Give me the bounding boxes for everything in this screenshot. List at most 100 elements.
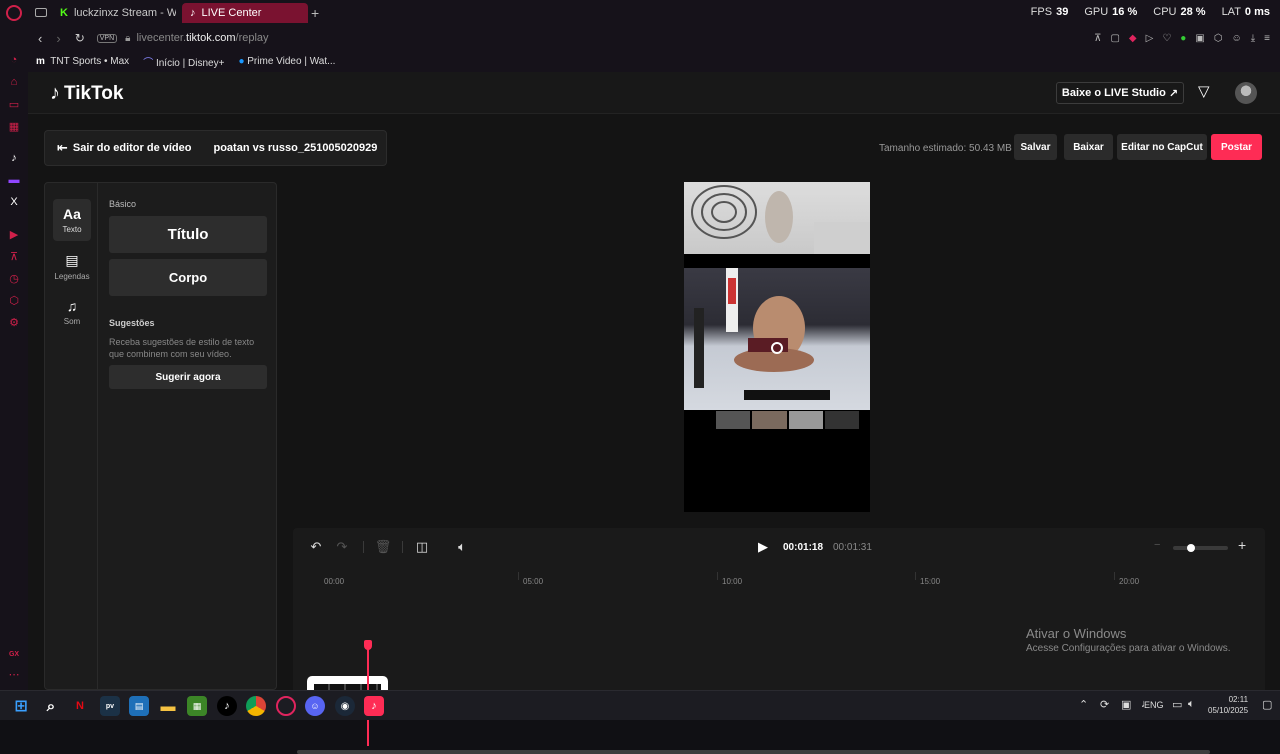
preview-fight-art bbox=[694, 268, 830, 400]
sync-icon[interactable]: ⟳ bbox=[1100, 698, 1109, 711]
bookmark-disney-plus[interactable]: ⌒ Início | Disney+ bbox=[143, 54, 224, 69]
delete-icon[interactable]: 🗑︎ bbox=[374, 538, 392, 556]
tab-live-center[interactable]: ♪ LIVE Center bbox=[182, 3, 308, 23]
tiktok-app-icon[interactable]: ♪ bbox=[217, 696, 237, 716]
tiktok-logo[interactable]: ♪ TikTok bbox=[50, 82, 123, 105]
network-icon[interactable]: ▭ bbox=[1172, 698, 1182, 711]
zoom-slider-handle[interactable] bbox=[1187, 544, 1196, 552]
volume-icon[interactable]: 🔈︎ bbox=[453, 538, 471, 556]
clock[interactable]: 02:11 05/10/2025 bbox=[1208, 694, 1248, 716]
url-field[interactable]: livecenter.tiktok.com/replay bbox=[136, 32, 268, 44]
tab-overview-icon[interactable] bbox=[35, 8, 47, 17]
post-button[interactable]: Postar bbox=[1211, 134, 1262, 160]
ruler-label: 05:00 bbox=[523, 577, 544, 586]
tool-text[interactable]: Aa Texto bbox=[53, 199, 91, 241]
pinboard-icon[interactable]: ⊼ bbox=[6, 248, 22, 264]
pin-icon[interactable]: ⊼ bbox=[1094, 33, 1101, 44]
edit-capcut-button[interactable]: Editar no CapCut bbox=[1117, 134, 1207, 160]
back-icon[interactable]: ‹ bbox=[38, 31, 42, 46]
play-icon[interactable]: ▷ bbox=[1146, 33, 1154, 44]
preview-thumbnails bbox=[716, 411, 859, 429]
menu-icon[interactable]: ≡ bbox=[1264, 33, 1270, 44]
discord-icon[interactable]: ☺ bbox=[305, 696, 325, 716]
suggest-now-button[interactable]: Sugerir agora bbox=[109, 365, 267, 389]
settings-icon[interactable]: ⚙ bbox=[6, 314, 22, 330]
news-icon[interactable]: ▦ bbox=[6, 118, 22, 134]
tiktok-sidebar-icon[interactable]: ♪ bbox=[6, 150, 22, 166]
app-header: ♪ TikTok Baixe o LIVE Studio ↗ ▽ bbox=[28, 72, 1280, 114]
chrome-icon[interactable] bbox=[246, 696, 266, 716]
timeline-scrollbar[interactable] bbox=[297, 750, 1210, 754]
language-indicator[interactable]: ENG bbox=[1144, 700, 1164, 710]
twitch-icon[interactable]: ▬ bbox=[6, 172, 22, 188]
tab-luckzinxz-stream[interactable]: K luckzinxz Stream - Watch bbox=[52, 3, 176, 23]
file-explorer-icon[interactable]: ▬ bbox=[158, 696, 178, 716]
notifications-icon[interactable]: ▢ bbox=[1262, 698, 1272, 711]
download-live-studio-button[interactable]: Baixe o LIVE Studio ↗ bbox=[1056, 82, 1184, 104]
tray-overflow-icon[interactable]: ⌃ bbox=[1079, 698, 1088, 711]
filter-icon[interactable]: ▽ bbox=[1198, 82, 1210, 100]
vpn-badge[interactable]: VPN bbox=[96, 33, 118, 43]
undo-icon[interactable]: ↶ bbox=[307, 538, 325, 556]
zoom-in-icon[interactable]: + bbox=[1238, 537, 1246, 553]
new-tab-button[interactable]: + bbox=[311, 5, 319, 21]
profile-icon[interactable]: ☺ bbox=[1232, 33, 1242, 44]
prime-video-app-icon[interactable]: pv bbox=[100, 696, 120, 716]
ruler-label: 15:00 bbox=[920, 577, 941, 586]
tv-icon[interactable]: ▭ bbox=[6, 96, 22, 112]
estimated-size: Tamanho estimado: 50.43 MB bbox=[879, 143, 1012, 154]
play-button[interactable]: ▶ bbox=[754, 538, 772, 556]
gallery-icon[interactable]: ▣ bbox=[1195, 33, 1204, 44]
extension-green-icon[interactable]: ● bbox=[1180, 33, 1186, 44]
editor-bar: ⇤ Sair do editor de vídeo poatan vs russ… bbox=[44, 130, 387, 166]
zoom-out-icon[interactable]: − bbox=[1154, 539, 1160, 551]
text-tool-icon: Aa bbox=[63, 206, 81, 222]
timeline: ↶ ↷ 🗑︎ ◫ 🔈︎ ▶ 00:01:18 00:01:31 − + 00:0… bbox=[293, 528, 1265, 754]
exit-editor-button[interactable]: ⇤ Sair do editor de vídeo bbox=[57, 140, 191, 156]
volume-tray-icon[interactable]: 🔈︎ bbox=[1188, 698, 1195, 711]
steam-icon[interactable]: ◉ bbox=[335, 696, 355, 716]
opera-menu-icon[interactable] bbox=[6, 5, 22, 21]
playhead-handle[interactable] bbox=[364, 640, 372, 650]
download-icon[interactable]: ⤓ bbox=[1251, 33, 1255, 44]
extensions-icon[interactable]: ⬡ bbox=[1214, 33, 1223, 44]
forward-icon[interactable]: › bbox=[56, 31, 60, 46]
shop-icon[interactable]: ⌂ bbox=[6, 74, 22, 90]
snapshot-icon[interactable]: ▢ bbox=[1110, 33, 1119, 44]
bookmark-tnt-sports[interactable]: m TNT Sports • Max bbox=[36, 56, 129, 67]
reload-icon[interactable]: ↻ bbox=[75, 31, 85, 45]
more-icon[interactable]: ⋯ bbox=[6, 666, 22, 682]
x-icon[interactable]: X bbox=[6, 194, 22, 210]
history-icon[interactable]: ◷ bbox=[6, 270, 22, 286]
minecraft-icon[interactable]: ▦ bbox=[187, 696, 207, 716]
split-icon[interactable]: ◫ bbox=[413, 538, 431, 556]
tool-captions[interactable]: ▤ Legendas bbox=[53, 245, 91, 287]
suggestions-description: Receba sugestões de estilo de texto que … bbox=[109, 337, 255, 359]
app-icon[interactable]: ▤ bbox=[129, 696, 149, 716]
zoom-slider[interactable] bbox=[1173, 544, 1228, 552]
download-button[interactable]: Baixar bbox=[1064, 134, 1113, 160]
app-tray-icon[interactable]: ▣ bbox=[1121, 698, 1131, 711]
tab-label: LIVE Center bbox=[201, 7, 262, 19]
ruler-label: 00:00 bbox=[324, 577, 345, 586]
video-preview[interactable] bbox=[684, 182, 870, 512]
windows-start-icon[interactable]: ⊞ bbox=[11, 696, 31, 716]
opera-gx-icon[interactable] bbox=[276, 696, 296, 716]
avatar[interactable] bbox=[1235, 82, 1257, 104]
browser-sidebar: ◔ ⌂ ▭ ▦ ♪ ▬ X ▶ ⊼ ◷ ⬡ ⚙ GX ⋯ bbox=[0, 26, 28, 690]
search-icon[interactable]: ⌕ bbox=[41, 696, 61, 716]
save-button[interactable]: Salvar bbox=[1014, 134, 1057, 160]
bookmark-prime-video[interactable]: ● Prime Video | Wat... bbox=[238, 56, 335, 67]
player-icon[interactable]: ▶ bbox=[6, 226, 22, 242]
tiktok-studio-icon[interactable]: ♪ bbox=[364, 696, 384, 716]
body-style-card[interactable]: Corpo bbox=[109, 259, 267, 296]
redo-icon[interactable]: ↷ bbox=[333, 538, 351, 556]
tool-sound[interactable]: ♫ Som bbox=[53, 291, 91, 333]
title-style-card[interactable]: Título bbox=[109, 216, 267, 253]
netflix-icon[interactable]: N bbox=[70, 696, 90, 716]
shield-icon[interactable]: ◆ bbox=[1129, 33, 1137, 44]
gx-control-icon[interactable]: ◔ bbox=[6, 52, 22, 68]
heart-icon[interactable]: ♡ bbox=[1162, 33, 1171, 44]
vpn-sidebar-icon[interactable]: ⬡ bbox=[6, 292, 22, 308]
basic-heading: Básico bbox=[109, 199, 137, 209]
